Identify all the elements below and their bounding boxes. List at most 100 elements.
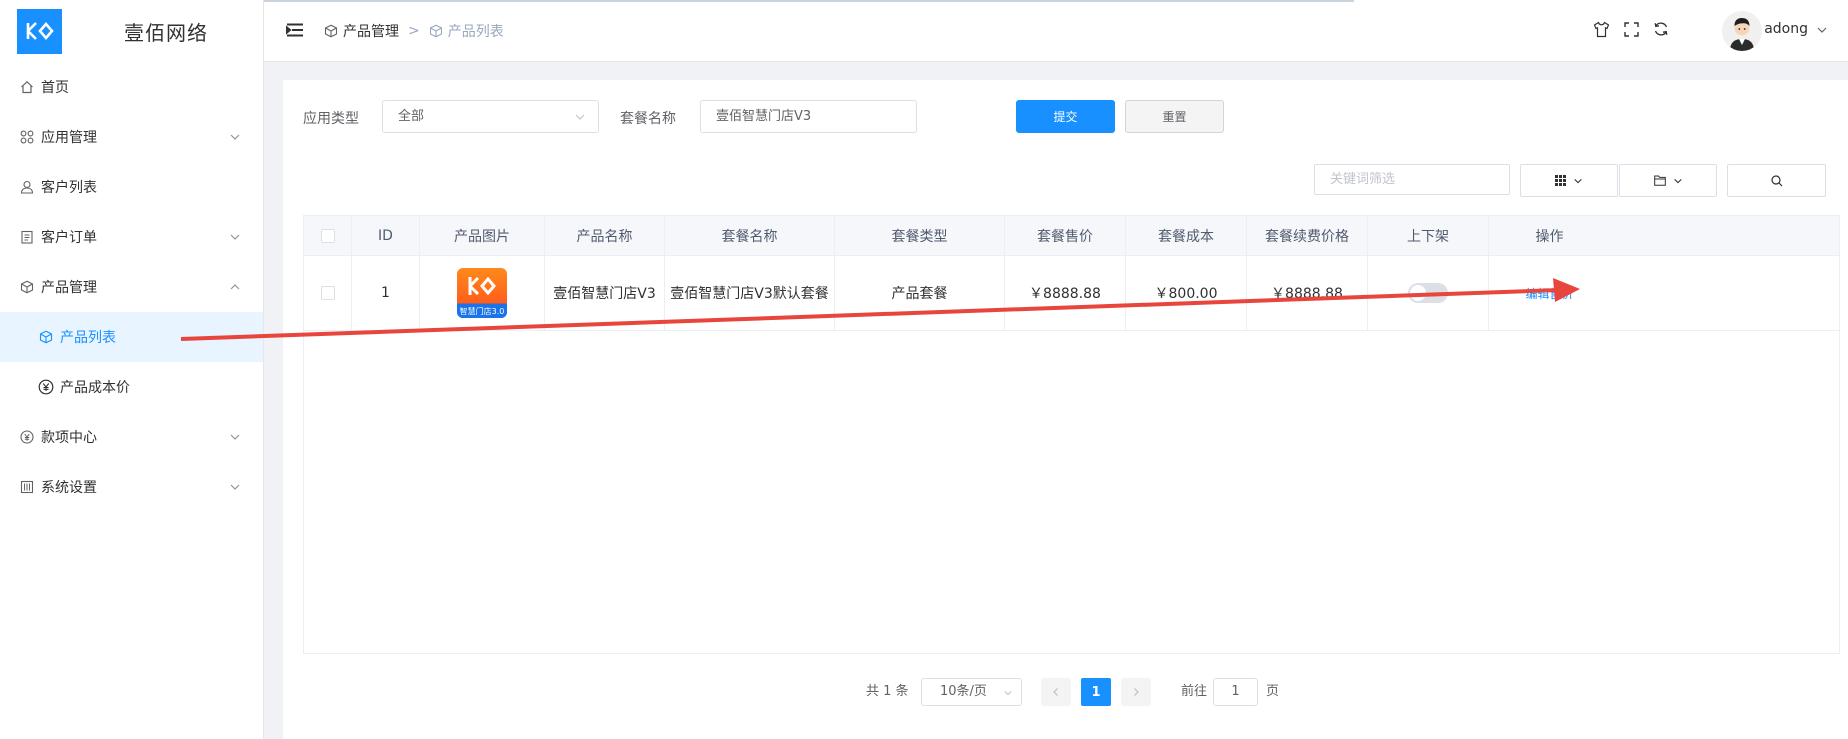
keyword-filter-input[interactable]: 关键词筛选 xyxy=(1314,164,1510,195)
column-header: 操作 xyxy=(1535,228,1564,245)
yuan-icon xyxy=(19,429,35,445)
breadcrumb-label: 产品管理 xyxy=(343,24,399,40)
filter-form: 应用类型 全部 套餐名称 壹佰智慧门店V3 提交 重置 xyxy=(303,100,1803,133)
export-button[interactable] xyxy=(1619,164,1717,197)
order-icon xyxy=(19,229,35,245)
chevron-up-icon xyxy=(230,284,240,290)
app-type-value: 全部 xyxy=(398,109,425,124)
yuan-circle-icon xyxy=(38,379,54,395)
app-type-label: 应用类型 xyxy=(303,111,359,127)
avatar[interactable] xyxy=(1722,11,1762,51)
prev-page-button[interactable] xyxy=(1041,678,1071,706)
sidebar-item-customer-orders[interactable]: 客户订单 xyxy=(0,212,263,262)
on-shelf-toggle[interactable] xyxy=(1408,283,1448,303)
hamburger-icon[interactable] xyxy=(286,22,304,38)
goto-label: 前往 xyxy=(1181,684,1208,699)
product-logo-icon xyxy=(468,276,496,296)
column-header: 套餐成本 xyxy=(1126,216,1247,255)
user-icon xyxy=(19,179,35,195)
sidebar: 壹佰网络 首页 应用管理 客户列表 客户订单 产品管理 产品列表 产品成本价 款… xyxy=(0,0,264,739)
sidebar-item-label: 款项中心 xyxy=(41,430,97,446)
cell-action: 编辑售价 xyxy=(1489,256,1610,330)
cell-cost: ￥800.00 xyxy=(1126,256,1247,330)
edit-price-link[interactable]: 编辑售价 xyxy=(1525,285,1573,302)
chevron-down-icon[interactable] xyxy=(1816,24,1828,36)
column-header: 套餐续费价格 xyxy=(1247,216,1368,255)
select-all-cell xyxy=(304,216,352,255)
cell-package-type: 产品套餐 xyxy=(835,256,1005,330)
reset-button[interactable]: 重置 xyxy=(1125,100,1224,133)
chevron-down-icon xyxy=(1004,690,1012,696)
search-button[interactable] xyxy=(1727,164,1826,197)
toggle-knob xyxy=(1410,285,1426,301)
sidebar-item-label: 客户订单 xyxy=(41,230,97,246)
cell-package-name: 壹佰智慧门店V3默认套餐 xyxy=(665,256,835,330)
grid-icon xyxy=(1555,175,1566,186)
column-header: 套餐名称 xyxy=(665,216,835,255)
sidebar-item-product-management[interactable]: 产品管理 xyxy=(0,262,263,312)
shirt-icon[interactable] xyxy=(1592,20,1610,38)
cube-icon xyxy=(19,279,35,295)
chevron-left-icon xyxy=(1053,688,1058,696)
package-name-input[interactable]: 壹佰智慧门店V3 xyxy=(700,100,917,133)
sidebar-item-payment-center[interactable]: 款项中心 xyxy=(0,412,263,462)
brand-title: 壹佰网络 xyxy=(124,20,208,45)
chevron-right-icon xyxy=(1134,688,1139,696)
product-image-caption: 智慧门店3.0 xyxy=(457,305,507,318)
search-icon xyxy=(1770,174,1782,186)
sidebar-item-system-settings[interactable]: 系统设置 xyxy=(0,462,263,512)
page-suffix: 页 xyxy=(1266,684,1280,699)
chevron-down-icon xyxy=(1574,178,1582,183)
breadcrumb-item[interactable]: 产品管理 xyxy=(324,21,399,41)
cell-id: 1 xyxy=(352,256,420,330)
product-table: ID 产品图片 产品名称 套餐名称 套餐类型 套餐售价 套餐成本 套餐续费价格 … xyxy=(303,215,1840,654)
sidebar-item-label: 首页 xyxy=(41,80,69,96)
refresh-icon[interactable] xyxy=(1652,20,1670,38)
select-all-checkbox[interactable] xyxy=(320,228,335,243)
column-header: 产品图片 xyxy=(420,216,545,255)
product-image[interactable]: 智慧门店3.0 xyxy=(457,268,507,318)
username[interactable]: adong xyxy=(1764,21,1808,37)
page-number-current[interactable]: 1 xyxy=(1081,678,1111,706)
app-type-select[interactable]: 全部 xyxy=(382,100,599,133)
sidebar-item-label: 产品成本价 xyxy=(60,380,130,396)
sidebar-item-home[interactable]: 首页 xyxy=(0,62,263,112)
sidebar-item-product-cost[interactable]: 产品成本价 xyxy=(0,362,263,412)
cell-product-name: 壹佰智慧门店V3 xyxy=(545,256,665,330)
column-header: 上下架 xyxy=(1368,216,1489,255)
submit-button[interactable]: 提交 xyxy=(1016,100,1115,133)
sidebar-item-label: 系统设置 xyxy=(41,480,97,496)
folder-icon xyxy=(1653,175,1666,186)
cube-icon xyxy=(429,24,442,38)
table-header: ID 产品图片 产品名称 套餐名称 套餐类型 套餐售价 套餐成本 套餐续费价格 … xyxy=(304,216,1839,256)
next-page-button[interactable] xyxy=(1121,678,1151,706)
cube-icon xyxy=(324,24,338,38)
sidebar-item-label: 产品管理 xyxy=(41,280,97,296)
row-select-cell xyxy=(304,256,352,330)
chevron-down-icon xyxy=(230,134,240,140)
columns-toggle-button[interactable] xyxy=(1520,164,1618,197)
home-icon xyxy=(19,79,35,95)
page-size-value: 10条/页 xyxy=(940,684,987,699)
column-header: 套餐售价 xyxy=(1005,216,1126,255)
package-name-label: 套餐名称 xyxy=(620,111,676,127)
page-size-select[interactable]: 10条/页 xyxy=(921,678,1022,706)
breadcrumb: 产品管理 > 产品列表 xyxy=(324,21,504,41)
breadcrumb-separator: > xyxy=(408,23,420,39)
column-header: 产品名称 xyxy=(545,216,665,255)
goto-page-input[interactable]: 1 xyxy=(1213,678,1258,706)
breadcrumb-label: 产品列表 xyxy=(447,24,504,40)
chevron-down-icon xyxy=(230,484,240,490)
cell-price: ￥8888.88 xyxy=(1005,256,1126,330)
sidebar-item-product-list[interactable]: 产品列表 xyxy=(0,312,263,362)
loading-bar xyxy=(264,0,1354,2)
cell-on-shelf xyxy=(1368,256,1489,330)
top-header: 产品管理 > 产品列表 adong xyxy=(264,0,1848,62)
cell-renew-price: ￥8888.88 xyxy=(1247,256,1368,330)
fullscreen-icon[interactable] xyxy=(1622,20,1640,38)
sidebar-item-customers[interactable]: 客户列表 xyxy=(0,162,263,212)
column-header: ID xyxy=(352,216,420,255)
main-content: 应用类型 全部 套餐名称 壹佰智慧门店V3 提交 重置 关键词筛选 ID 产品图… xyxy=(283,80,1848,739)
sidebar-item-app-management[interactable]: 应用管理 xyxy=(0,112,263,162)
row-checkbox[interactable] xyxy=(320,286,335,300)
